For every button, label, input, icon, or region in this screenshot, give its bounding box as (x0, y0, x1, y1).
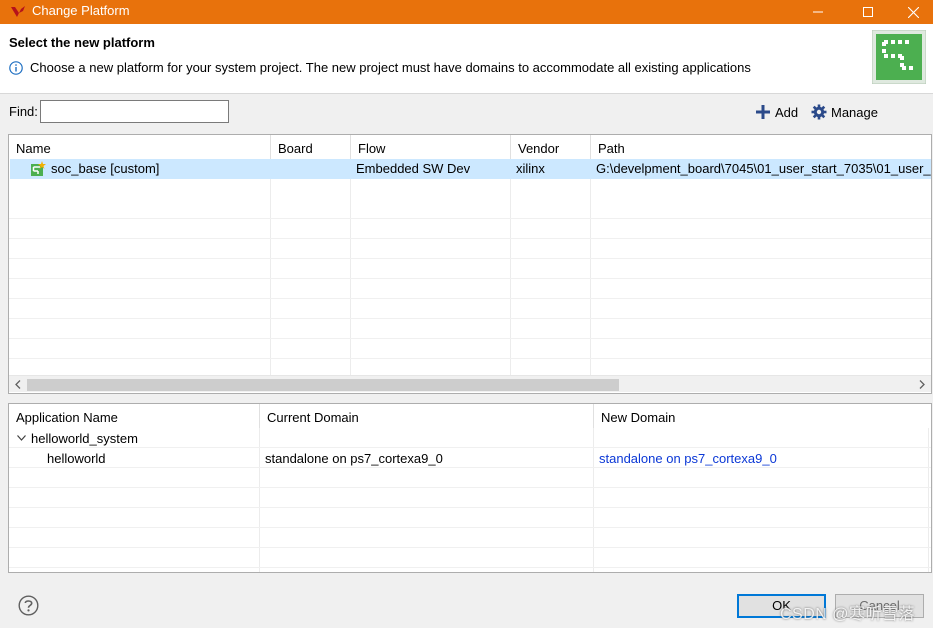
platform-name-cell: soc_base [custom] (51, 161, 160, 176)
table-row[interactable]: soc_base [custom] Embedded SW Dev xilinx… (10, 159, 931, 179)
column-header-application-name[interactable]: Application Name (9, 404, 260, 428)
header-description: Choose a new platform for your system pr… (30, 60, 751, 75)
platform-table[interactable]: Name Board Flow Vendor Path soc_base [cu… (8, 134, 932, 394)
column-header-path[interactable]: Path (591, 135, 931, 159)
platform-path-cell: G:\develpment_board\7045\01_user_start_7… (596, 161, 931, 176)
column-header-vendor[interactable]: Vendor (511, 135, 591, 159)
new-domain-cell[interactable]: standalone on ps7_cortexa9_0 (599, 451, 777, 466)
column-header-current-domain[interactable]: Current Domain (260, 404, 594, 428)
empty-row (9, 319, 931, 339)
table-row[interactable]: helloworld standalone on ps7_cortexa9_0 … (9, 448, 931, 468)
empty-row (9, 468, 931, 488)
help-icon[interactable] (18, 595, 39, 616)
platform-icon (31, 161, 46, 176)
column-header-flow[interactable]: Flow (351, 135, 511, 159)
minimize-button[interactable] (795, 0, 841, 24)
dialog-header: Select the new platform Choose a new pla… (0, 24, 933, 94)
window-title: Change Platform (32, 3, 130, 18)
empty-row (9, 239, 931, 259)
application-name-cell: helloworld (47, 451, 106, 466)
empty-row (9, 219, 931, 239)
empty-row (9, 548, 931, 568)
add-button[interactable]: Add (755, 102, 798, 122)
minimize-icon (813, 11, 823, 13)
empty-row (9, 508, 931, 528)
add-icon (756, 105, 770, 119)
scrollbar-thumb[interactable] (27, 379, 619, 391)
system-project-name: helloworld_system (31, 431, 138, 446)
manage-button[interactable]: Manage (811, 102, 878, 122)
gear-icon (811, 104, 827, 120)
tree-group-row[interactable]: helloworld_system (9, 428, 931, 448)
horizontal-scrollbar[interactable] (9, 375, 931, 392)
empty-row (9, 259, 931, 279)
page-title: Select the new platform (9, 35, 155, 50)
column-header-board[interactable]: Board (271, 135, 351, 159)
find-input[interactable] (40, 100, 229, 123)
info-icon (9, 61, 23, 75)
maximize-icon (863, 7, 873, 17)
watermark: CSDN @寒听雪落 (780, 606, 916, 623)
scroll-left-icon[interactable] (11, 378, 25, 391)
platform-banner-icon (872, 30, 926, 84)
vitis-logo-icon (11, 6, 25, 17)
chevron-down-icon[interactable] (17, 435, 26, 441)
empty-row (9, 339, 931, 359)
scroll-right-icon[interactable] (915, 378, 929, 391)
current-domain-cell: standalone on ps7_cortexa9_0 (265, 451, 443, 466)
empty-row (9, 488, 931, 508)
empty-row (9, 299, 931, 319)
empty-row (9, 279, 931, 299)
find-label: Find: (9, 104, 38, 119)
manage-label: Manage (831, 104, 878, 120)
empty-row (9, 199, 931, 219)
add-label: Add (775, 104, 799, 120)
maximize-button[interactable] (845, 0, 891, 24)
column-header-name[interactable]: Name (9, 135, 271, 159)
title-bar: Change Platform (0, 0, 933, 24)
close-icon (907, 6, 919, 18)
platform-flow-cell: Embedded SW Dev (356, 161, 471, 176)
platform-vendor-cell: xilinx (516, 161, 545, 176)
column-header-new-domain[interactable]: New Domain (594, 404, 931, 428)
domain-table[interactable]: Application Name Current Domain New Doma… (8, 403, 932, 573)
close-button[interactable] (890, 0, 933, 24)
empty-row (9, 528, 931, 548)
